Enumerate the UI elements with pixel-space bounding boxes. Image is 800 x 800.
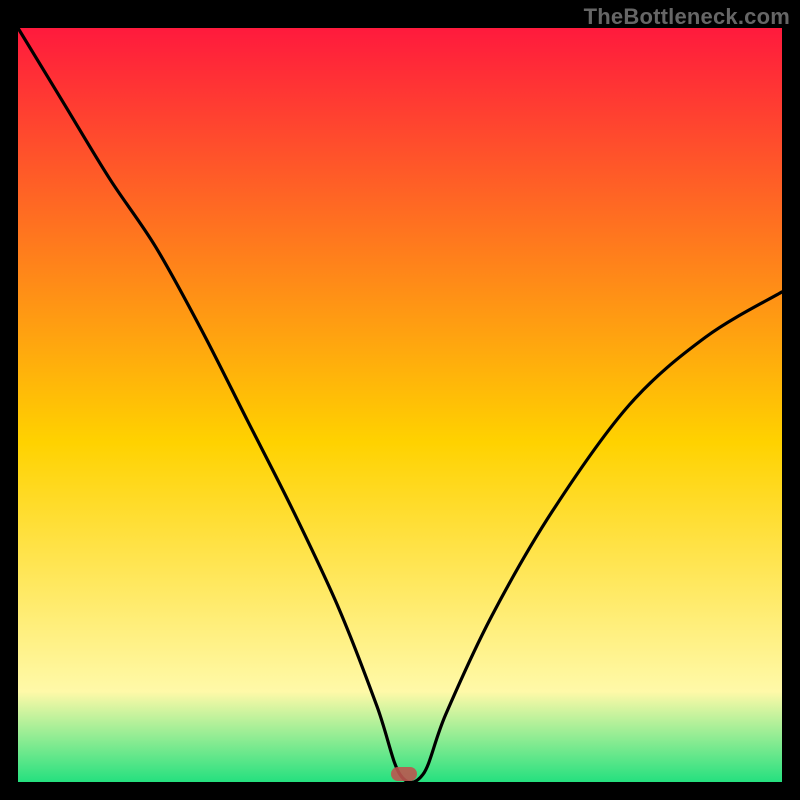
watermark-text: TheBottleneck.com (584, 4, 790, 30)
bottleneck-marker (391, 767, 417, 781)
chart-svg (18, 28, 782, 782)
plot-area (18, 28, 782, 782)
gradient-background (18, 28, 782, 782)
chart-frame: TheBottleneck.com (0, 0, 800, 800)
